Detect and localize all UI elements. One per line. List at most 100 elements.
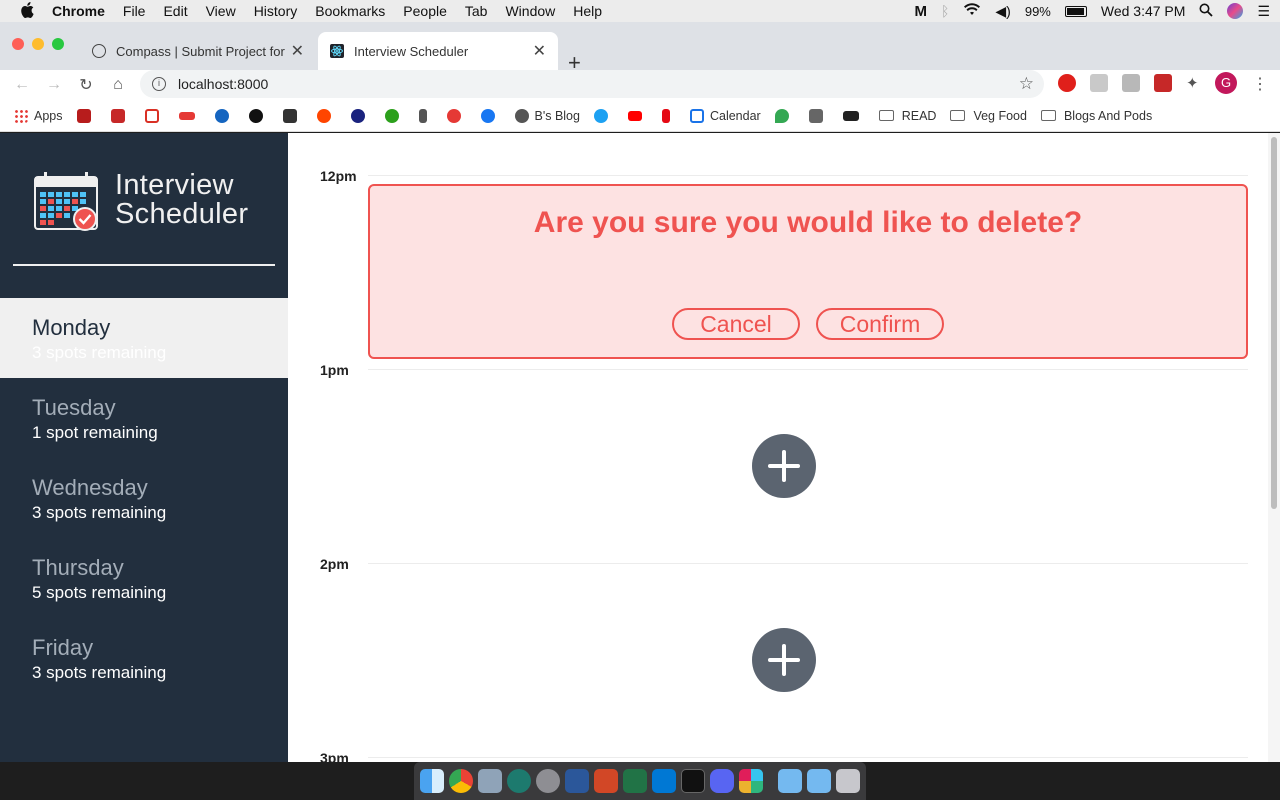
battery-icon[interactable] bbox=[1064, 5, 1087, 17]
day-list-item-wednesday[interactable]: Wednesday 3 spots remaining bbox=[0, 458, 288, 538]
menu-window[interactable]: Window bbox=[505, 3, 555, 19]
menu-view[interactable]: View bbox=[206, 3, 236, 19]
chrome-menu-icon[interactable]: ⋮ bbox=[1252, 74, 1270, 93]
home-icon[interactable]: ⌂ bbox=[102, 76, 134, 94]
terminal-icon[interactable] bbox=[681, 769, 705, 793]
address-bar[interactable]: i localhost:8000 ☆ bbox=[140, 70, 1044, 98]
bookmark-figure[interactable] bbox=[418, 108, 433, 123]
vscode-icon[interactable] bbox=[652, 769, 676, 793]
discord-icon[interactable] bbox=[710, 769, 734, 793]
bookmark-star-icon[interactable]: ☆ bbox=[1019, 74, 1034, 94]
word-icon[interactable] bbox=[565, 769, 589, 793]
bookmark-bs-blog[interactable]: B's Blog bbox=[514, 108, 580, 123]
preview-icon[interactable] bbox=[478, 769, 502, 793]
bookmark-tumblr[interactable] bbox=[248, 108, 269, 123]
page-scrollbar[interactable] bbox=[1268, 133, 1280, 762]
menu-edit[interactable]: Edit bbox=[163, 3, 187, 19]
folder-icon bbox=[950, 110, 966, 121]
scrollbar-thumb[interactable] bbox=[1271, 137, 1277, 509]
malwarebytes-icon[interactable]: M bbox=[915, 3, 928, 20]
add-appointment-button[interactable] bbox=[752, 434, 816, 498]
clock[interactable]: Wed 3:47 PM bbox=[1101, 3, 1186, 19]
bookmark-cbc[interactable] bbox=[446, 108, 467, 123]
bookmark-fem[interactable] bbox=[178, 111, 201, 120]
back-arrow-icon[interactable]: ← bbox=[6, 76, 38, 94]
zoom-window-button[interactable] bbox=[52, 38, 64, 50]
close-tab-icon[interactable]: ✕ bbox=[291, 41, 304, 61]
menu-history[interactable]: History bbox=[254, 3, 298, 19]
powerpoint-icon[interactable] bbox=[594, 769, 618, 793]
finder-icon[interactable] bbox=[420, 769, 444, 793]
url-text[interactable]: localhost:8000 bbox=[178, 76, 268, 92]
extensions-puzzle-icon[interactable]: ✦ bbox=[1186, 74, 1204, 92]
quickbooks-icon bbox=[384, 108, 399, 123]
documents-folder-icon[interactable] bbox=[807, 769, 831, 793]
add-appointment-button[interactable] bbox=[752, 628, 816, 692]
spotlight-search-icon[interactable] bbox=[1199, 3, 1214, 20]
extension-red-icon[interactable] bbox=[1154, 74, 1172, 92]
menu-help[interactable]: Help bbox=[573, 3, 602, 19]
notification-center-icon[interactable]: ☰ bbox=[1257, 3, 1270, 20]
forward-arrow-icon[interactable]: → bbox=[38, 76, 70, 94]
close-window-button[interactable] bbox=[12, 38, 24, 50]
time-machine-icon[interactable] bbox=[507, 769, 531, 793]
bookmark-reddit[interactable] bbox=[316, 108, 337, 123]
extension-css-icon[interactable] bbox=[1090, 74, 1108, 92]
site-info-icon[interactable]: i bbox=[152, 77, 166, 91]
menu-tab[interactable]: Tab bbox=[465, 3, 488, 19]
wifi-icon[interactable] bbox=[963, 3, 981, 19]
bookmark-sfu-2[interactable] bbox=[110, 108, 131, 123]
bookmark-twitter[interactable] bbox=[593, 108, 614, 123]
extension-grey-icon[interactable] bbox=[1122, 74, 1140, 92]
bookmark-maps[interactable] bbox=[774, 108, 795, 123]
excel-icon[interactable] bbox=[623, 769, 647, 793]
day-list-item-tuesday[interactable]: Tuesday 1 spot remaining bbox=[0, 378, 288, 458]
day-list-item-thursday[interactable]: Thursday 5 spots remaining bbox=[0, 538, 288, 618]
close-tab-icon[interactable]: ✕ bbox=[533, 41, 546, 61]
tab-title: Interview Scheduler bbox=[354, 43, 469, 59]
minimize-window-button[interactable] bbox=[32, 38, 44, 50]
bookmark-folder-blogs-and-pods[interactable]: Blogs And Pods bbox=[1040, 109, 1152, 123]
bookmark-calendar[interactable]: Calendar bbox=[689, 108, 761, 123]
bookmark-nhl[interactable] bbox=[282, 108, 303, 123]
bookmark-sfu-1[interactable] bbox=[76, 108, 97, 123]
menu-bookmarks[interactable]: Bookmarks bbox=[315, 3, 385, 19]
bookmark-facebook[interactable] bbox=[480, 108, 501, 123]
schedule-main: 12pm Are you sure you would like to dele… bbox=[288, 133, 1268, 762]
bookmark-gmail[interactable] bbox=[144, 108, 165, 123]
bookmark-bbc[interactable] bbox=[842, 110, 865, 121]
youtube-icon bbox=[627, 110, 642, 121]
menu-app-name[interactable]: Chrome bbox=[52, 3, 105, 19]
reload-icon[interactable]: ↻ bbox=[70, 75, 102, 95]
bookmark-netflix[interactable] bbox=[661, 108, 676, 123]
bluetooth-icon[interactable]: ᛒ bbox=[941, 3, 949, 19]
figure-icon bbox=[418, 108, 427, 123]
bookmark-apps[interactable]: Apps bbox=[14, 108, 63, 123]
extension-adblock-icon[interactable] bbox=[1058, 74, 1076, 92]
siri-icon[interactable] bbox=[1227, 3, 1244, 19]
bookmark-quickbooks[interactable] bbox=[384, 108, 405, 123]
apple-icon[interactable] bbox=[20, 1, 36, 21]
tab-compass[interactable]: Compass | Submit Project for E ✕ bbox=[80, 32, 316, 70]
profile-avatar[interactable]: G bbox=[1215, 72, 1237, 94]
tab-interview-scheduler[interactable]: Interview Scheduler ✕ bbox=[318, 32, 558, 70]
bookmark-digitalocean[interactable] bbox=[214, 108, 235, 123]
day-list-item-friday[interactable]: Friday 3 spots remaining bbox=[0, 618, 288, 698]
slack-icon[interactable] bbox=[739, 769, 763, 793]
cancel-button[interactable]: Cancel bbox=[672, 308, 800, 340]
bookmark-youtube[interactable] bbox=[627, 110, 648, 121]
bookmark-animal[interactable] bbox=[808, 108, 829, 123]
bookmark-circle-b[interactable] bbox=[350, 108, 371, 123]
bookmarks-bar: Apps B's Blog Calendar READ Veg Food Blo… bbox=[0, 100, 1280, 132]
applications-folder-icon[interactable] bbox=[778, 769, 802, 793]
menu-file[interactable]: File bbox=[123, 3, 146, 19]
chrome-icon[interactable] bbox=[449, 769, 473, 793]
system-preferences-icon[interactable] bbox=[536, 769, 560, 793]
bookmark-folder-read[interactable]: READ bbox=[878, 109, 936, 123]
menu-people[interactable]: People bbox=[403, 3, 447, 19]
day-list-item-monday[interactable]: Monday 3 spots remaining bbox=[0, 298, 288, 378]
trash-icon[interactable] bbox=[836, 769, 860, 793]
bookmark-folder-veg-food[interactable]: Veg Food bbox=[950, 109, 1027, 123]
confirm-button[interactable]: Confirm bbox=[816, 308, 944, 340]
volume-icon[interactable]: ◀︎) bbox=[995, 3, 1010, 20]
